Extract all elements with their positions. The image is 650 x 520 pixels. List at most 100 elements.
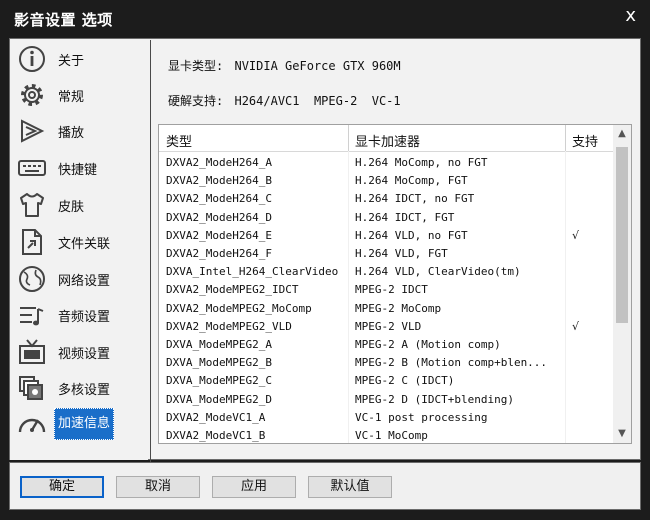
hw-decode-row: 硬解支持: H264/AVC1 MPEG-2 VC-1 — [168, 92, 401, 109]
sidebar-item-about[interactable]: 关于 — [10, 41, 148, 77]
cell-accelerator: MPEG-2 VLD — [355, 319, 422, 333]
cell-type: DXVA2_ModeVC1_B — [166, 429, 266, 442]
gpu-type-row: 显卡类型: NVIDIA GeForce GTX 960M — [168, 57, 401, 74]
sidebar-item-general[interactable]: 常规 — [10, 77, 148, 113]
cell-accelerator: VC-1 MoComp — [355, 429, 428, 442]
cell-type: DXVA_Intel_H264_ClearVideo — [166, 265, 339, 279]
table-row[interactable]: DXVA2_ModeMPEG2_MoComp MPEG-2 MoComp — [159, 300, 613, 318]
sidebar-item-label: 快捷键 — [58, 163, 98, 178]
info-icon — [19, 46, 45, 72]
cell-accelerator: H.264 IDCT, FGT — [355, 210, 455, 224]
table-row[interactable]: DXVA_Intel_H264_ClearVideo H.264 VLD, Cle… — [159, 263, 613, 281]
cell-type: DXVA2_ModeH264_C — [166, 192, 272, 206]
apply-button[interactable]: 应用 — [212, 476, 296, 498]
cell-accelerator: H.264 MoComp, FGT — [355, 174, 468, 188]
file-link-icon — [22, 229, 42, 255]
table-row[interactable]: DXVA2_ModeH264_C H.264 IDCT, no FGT — [159, 190, 613, 208]
cell-accelerator: H.264 MoComp, no FGT — [355, 156, 488, 169]
scrollbar-thumb[interactable] — [616, 147, 628, 323]
table-row[interactable]: DXVA2_ModeH264_F H.264 VLD, FGT — [159, 245, 613, 263]
sidebar-item-label: 皮肤 — [58, 200, 85, 215]
sidebar-item-label: 音频设置 — [58, 310, 111, 325]
globe-icon — [19, 266, 45, 292]
sidebar-item-playback[interactable]: 播放 — [10, 113, 148, 149]
cell-accelerator: H.264 VLD, no FGT — [355, 228, 468, 242]
cell-type: DXVA2_ModeH264_E — [166, 228, 272, 242]
cell-type: DXVA_ModeMPEG2_A — [166, 338, 272, 351]
shirt-icon — [20, 193, 44, 217]
cell-accelerator: H.264 VLD, ClearVideo(tm) — [355, 265, 521, 279]
close-icon[interactable]: x — [625, 6, 636, 26]
sidebar-item-acceleration[interactable]: 加速信息 — [10, 407, 148, 443]
settings-window: 影音设置 选项 x 关于 常规 播放 快捷键 皮肤 文件关联 网络设置 音频设置… — [0, 0, 650, 520]
table-row[interactable]: DXVA_ModeMPEG2_D MPEG-2 D (IDCT+blending) — [159, 391, 613, 409]
sidebar-divider — [150, 40, 151, 464]
table-row[interactable]: DXVA2_ModeVC1_A VC-1 post processing — [159, 409, 613, 427]
cell-type: DXVA2_ModeH264_F — [166, 247, 272, 260]
column-divider[interactable] — [348, 125, 349, 151]
sidebar-item-label: 文件关联 — [58, 237, 111, 252]
cell-accelerator: MPEG-2 IDCT — [355, 283, 428, 297]
cell-accelerator: MPEG-2 MoComp — [355, 301, 442, 315]
cell-accelerator: VC-1 post processing — [355, 410, 488, 424]
column-header-accelerator[interactable]: 显卡加速器 — [355, 131, 420, 150]
cancel-button[interactable]: 取消 — [116, 476, 200, 498]
sidebar-item-multicore[interactable]: 多核设置 — [10, 370, 148, 406]
scroll-up-icon[interactable]: ▲ — [613, 125, 631, 143]
scroll-down-icon[interactable]: ▼ — [613, 425, 631, 443]
sidebar-item-file-association[interactable]: 文件关联 — [10, 224, 148, 260]
audio-icon — [20, 307, 44, 326]
sidebar-item-video[interactable]: 视频设置 — [10, 334, 148, 370]
sidebar: 关于 常规 播放 快捷键 皮肤 文件关联 网络设置 音频设置 视频设置 多核设置… — [10, 39, 148, 460]
gpu-type-label: 显卡类型: — [168, 59, 224, 73]
sidebar-item-label: 视频设置 — [58, 347, 111, 362]
sidebar-item-label: 播放 — [58, 126, 85, 141]
hw-decode-value: H264/AVC1 MPEG-2 VC-1 — [234, 94, 401, 108]
cell-type: DXVA2_ModeH264_A — [166, 156, 272, 169]
title-bar[interactable]: 影音设置 选项 x — [0, 0, 650, 38]
speedometer-icon — [18, 418, 46, 433]
cell-type: DXVA2_ModeH264_D — [166, 210, 272, 224]
column-divider[interactable] — [565, 125, 566, 151]
table-row[interactable]: DXVA2_ModeH264_B H.264 MoComp, FGT — [159, 172, 613, 190]
table-row[interactable]: DXVA_ModeMPEG2_B MPEG-2 B (Motion comp+bl… — [159, 354, 613, 372]
cell-type: DXVA_ModeMPEG2_C — [166, 374, 272, 388]
sidebar-item-hotkeys[interactable]: 快捷键 — [10, 150, 148, 186]
cell-type: DXVA2_ModeMPEG2_VLD — [166, 319, 292, 333]
ok-button[interactable]: 确定 — [20, 476, 104, 498]
cell-accelerator: MPEG-2 B (Motion comp+blen... — [355, 356, 548, 370]
vertical-scrollbar[interactable]: ▲ ▼ — [613, 125, 631, 443]
table-row[interactable]: DXVA_ModeMPEG2_A MPEG-2 A (Motion comp) — [159, 336, 613, 354]
default-button[interactable]: 默认值 — [308, 476, 392, 498]
cell-type: DXVA_ModeMPEG2_B — [166, 356, 272, 370]
cell-type: DXVA_ModeMPEG2_D — [166, 392, 272, 406]
cell-type: DXVA2_ModeMPEG2_IDCT — [166, 283, 299, 297]
cell-accelerator: MPEG-2 D (IDCT+blending) — [355, 392, 514, 406]
table-row[interactable]: DXVA2_ModeVC1_B VC-1 MoComp — [159, 427, 613, 443]
column-header-support[interactable]: 支持 — [572, 131, 598, 150]
sidebar-item-label: 关于 — [58, 54, 85, 69]
table-row[interactable]: DXVA2_ModeH264_A H.264 MoComp, no FGT — [159, 154, 613, 172]
column-header-type[interactable]: 类型 — [166, 131, 192, 150]
table-row[interactable]: DXVA2_ModeH264_D H.264 IDCT, FGT — [159, 209, 613, 227]
sidebar-item-label: 加速信息 — [54, 408, 115, 440]
sidebar-item-label: 多核设置 — [58, 383, 111, 398]
table-header: 类型 显卡加速器 支持 — [159, 125, 613, 152]
play-icon — [21, 119, 45, 143]
multicore-icon — [19, 376, 43, 400]
table-row[interactable]: DXVA_ModeMPEG2_C MPEG-2 C (IDCT) — [159, 372, 613, 390]
gpu-type-value: NVIDIA GeForce GTX 960M — [234, 59, 401, 73]
sidebar-item-network[interactable]: 网络设置 — [10, 261, 148, 297]
accelerator-table[interactable]: 类型 显卡加速器 支持 DXVA2_ModeH264_A H.264 MoComp… — [158, 124, 632, 444]
table-row[interactable]: DXVA2_ModeMPEG2_VLD MPEG-2 VLD √ — [159, 318, 613, 336]
cell-type: DXVA2_ModeH264_B — [166, 174, 272, 188]
sidebar-item-skin[interactable]: 皮肤 — [10, 187, 148, 223]
cell-type: DXVA2_ModeVC1_A — [166, 410, 266, 424]
hw-decode-label: 硬解支持: — [168, 94, 224, 108]
cell-accelerator: MPEG-2 C (IDCT) — [355, 374, 455, 388]
sidebar-item-audio[interactable]: 音频设置 — [10, 297, 148, 333]
table-row[interactable]: DXVA2_ModeH264_E H.264 VLD, no FGT √ — [159, 227, 613, 245]
sidebar-item-label: 常规 — [58, 90, 85, 105]
table-row[interactable]: DXVA2_ModeMPEG2_IDCT MPEG-2 IDCT — [159, 281, 613, 299]
gear-icon — [21, 84, 43, 106]
